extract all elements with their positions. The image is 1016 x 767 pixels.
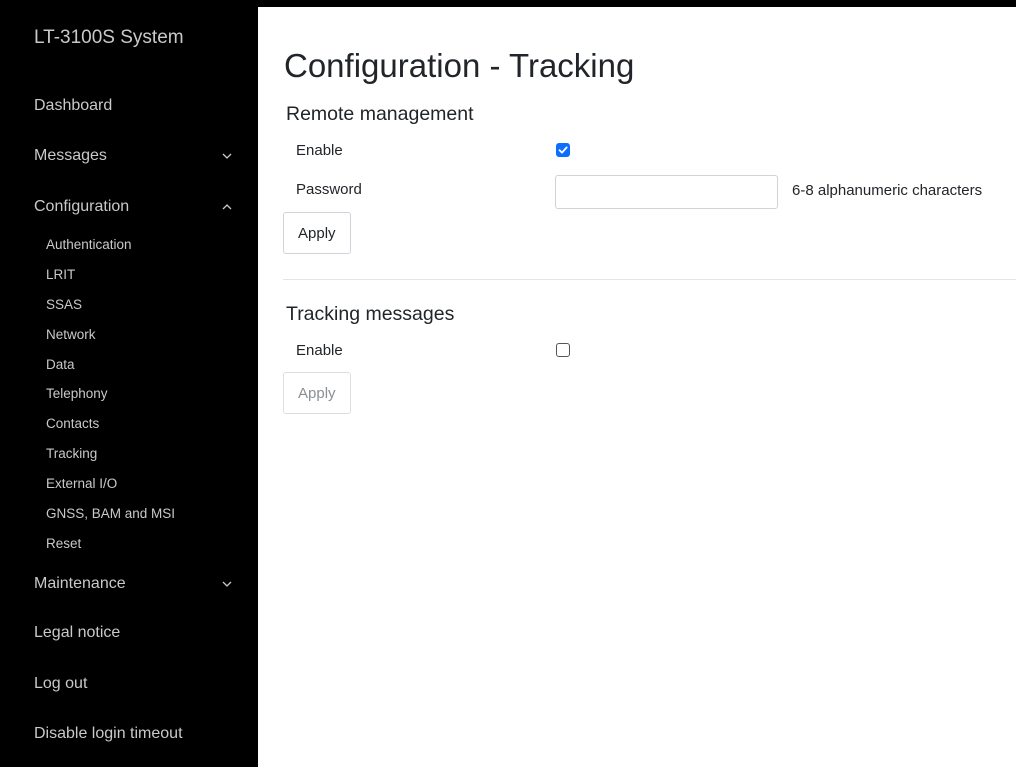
chevron-down-icon	[222, 153, 232, 159]
sidebar-item-legal-notice[interactable]: Legal notice	[34, 624, 234, 642]
remote-enable-checkbox[interactable]	[556, 143, 570, 157]
sidebar-subitem-telephony[interactable]: Telephony	[46, 386, 108, 401]
sidebar-item-label: Configuration	[34, 198, 130, 215]
page-title: Configuration - Tracking	[284, 47, 635, 84]
remote-management-heading: Remote management	[286, 103, 474, 125]
chevron-down-icon	[222, 581, 232, 587]
sidebar-subitem-authentication[interactable]: Authentication	[46, 237, 132, 252]
password-hint: 6-8 alphanumeric characters	[792, 182, 983, 199]
sidebar-subitem-ssas[interactable]: SSAS	[46, 297, 82, 312]
password-label: Password	[296, 181, 362, 198]
sidebar-subitem-contacts[interactable]: Contacts	[46, 416, 99, 431]
sidebar-item-disable-login-timeout[interactable]: Disable login timeout	[34, 725, 234, 743]
sidebar: LT-3100S System Dashboard Messages Confi…	[0, 0, 258, 767]
password-input[interactable]	[555, 175, 778, 209]
section-divider	[283, 279, 1016, 280]
sidebar-item-log-out[interactable]: Log out	[34, 675, 234, 693]
checkmark-icon	[558, 146, 568, 154]
remote-apply-button[interactable]: Apply	[283, 212, 351, 254]
sidebar-item-maintenance[interactable]: Maintenance	[34, 575, 234, 593]
sidebar-subitem-lrit[interactable]: LRIT	[46, 267, 75, 282]
sidebar-subitem-external-io[interactable]: External I/O	[46, 476, 117, 491]
sidebar-item-label: Legal notice	[34, 624, 121, 641]
remote-enable-label: Enable	[296, 142, 343, 159]
sidebar-subitem-reset[interactable]: Reset	[46, 536, 81, 551]
sidebar-subitem-data[interactable]: Data	[46, 357, 75, 372]
tracking-enable-label: Enable	[296, 342, 343, 359]
sidebar-subitem-gnss-bam-msi[interactable]: GNSS, BAM and MSI	[46, 506, 175, 521]
sidebar-item-configuration[interactable]: Configuration	[34, 198, 234, 216]
sidebar-subitem-network[interactable]: Network	[46, 327, 96, 342]
tracking-apply-button[interactable]: Apply	[283, 372, 351, 414]
sidebar-item-label: Disable login timeout	[34, 725, 183, 742]
sidebar-item-label: Dashboard	[34, 97, 113, 114]
sidebar-item-label: Maintenance	[34, 575, 126, 592]
sidebar-item-messages[interactable]: Messages	[34, 147, 234, 165]
chevron-up-icon	[222, 204, 232, 210]
sidebar-subitem-tracking[interactable]: Tracking	[46, 446, 97, 461]
tracking-messages-heading: Tracking messages	[286, 303, 455, 325]
brand-title: LT-3100S System	[34, 27, 184, 48]
tracking-enable-checkbox[interactable]	[556, 343, 570, 357]
sidebar-item-label: Log out	[34, 675, 88, 692]
sidebar-item-label: Messages	[34, 147, 107, 164]
sidebar-item-dashboard[interactable]: Dashboard	[34, 97, 234, 115]
main-content: Configuration - Tracking Remote manageme…	[258, 0, 1016, 767]
